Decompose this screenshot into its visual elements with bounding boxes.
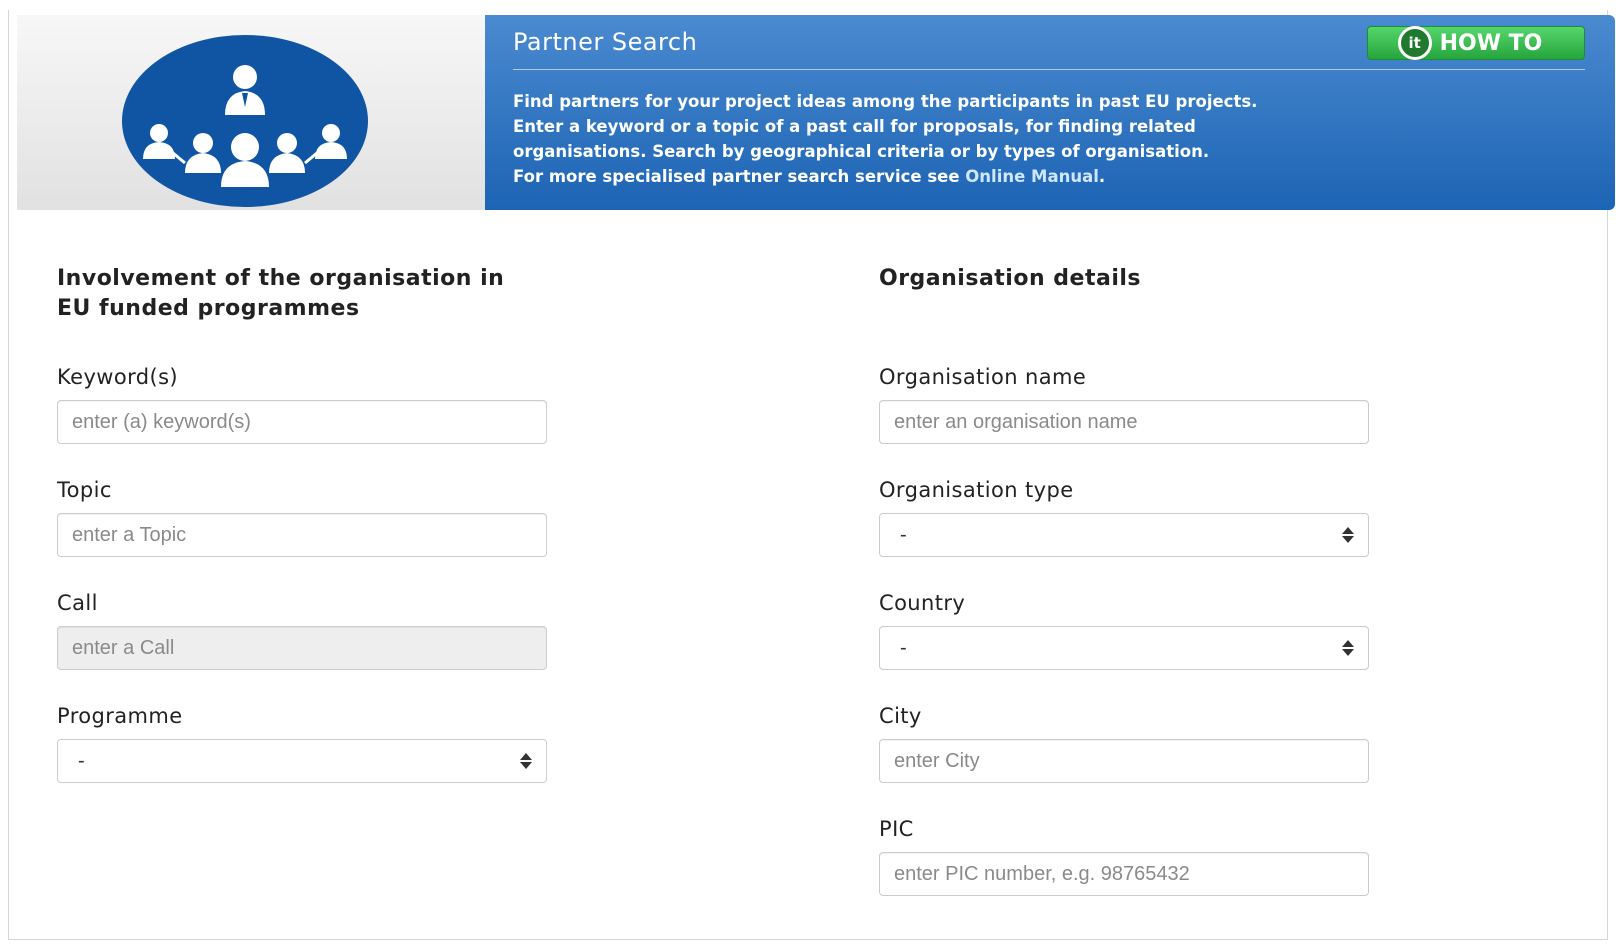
keywords-label: Keyword(s) — [57, 365, 179, 389]
description-line: Enter a keyword or a topic of a past cal… — [513, 117, 1196, 136]
country-select[interactable]: - — [879, 626, 1369, 670]
select-arrows-icon — [1342, 640, 1354, 656]
topic-label: Topic — [57, 478, 112, 502]
online-manual-link[interactable]: Online Manual — [965, 167, 1099, 186]
city-input[interactable] — [879, 739, 1369, 783]
section-title-line: EU funded programmes — [57, 296, 360, 321]
programme-select[interactable]: - — [57, 739, 547, 783]
topic-input[interactable] — [57, 513, 547, 557]
country-value: - — [900, 636, 907, 659]
partner-search-header: Partner Search it HOW TO Find partners f… — [17, 15, 1615, 210]
description-prefix: For more specialised partner search serv… — [513, 167, 966, 186]
programme-label: Programme — [57, 704, 183, 728]
header-description: Find partners for your project ideas amo… — [513, 89, 1575, 189]
pic-input[interactable] — [879, 852, 1369, 896]
call-label: Call — [57, 591, 98, 615]
page-title: Partner Search — [513, 28, 698, 56]
pic-label: PIC — [879, 817, 914, 841]
organisation-name-input[interactable] — [879, 400, 1369, 444]
how-to-label: HOW TO — [1439, 30, 1543, 56]
section-title-line: Involvement of the organisation in — [57, 266, 505, 291]
info-panel: Partner Search it HOW TO Find partners f… — [485, 15, 1615, 210]
involvement-section-title: Involvement of the organisation in EU fu… — [57, 264, 504, 324]
call-input[interactable] — [57, 626, 547, 670]
programme-value: - — [78, 749, 85, 772]
description-suffix: . — [1098, 167, 1106, 186]
how-to-button[interactable]: it HOW TO — [1367, 26, 1585, 60]
description-line: Find partners for your project ideas amo… — [513, 92, 1258, 111]
description-line: organisations. Search by geographical cr… — [513, 142, 1210, 161]
logo-panel — [17, 15, 485, 210]
organisation-name-label: Organisation name — [879, 365, 1087, 389]
it-circle-icon: it — [1397, 26, 1432, 60]
select-arrows-icon — [1342, 527, 1354, 543]
country-label: Country — [879, 591, 966, 615]
header-divider — [513, 69, 1585, 70]
city-label: City — [879, 704, 922, 728]
people-network-icon — [122, 35, 368, 207]
keywords-input[interactable] — [57, 400, 547, 444]
organisation-details-title: Organisation details — [879, 266, 1141, 291]
organisation-type-value: - — [900, 523, 907, 546]
organisation-type-select[interactable]: - — [879, 513, 1369, 557]
select-arrows-icon — [520, 753, 532, 769]
organisation-type-label: Organisation type — [879, 478, 1074, 502]
description-line: For more specialised partner search serv… — [513, 164, 1575, 189]
